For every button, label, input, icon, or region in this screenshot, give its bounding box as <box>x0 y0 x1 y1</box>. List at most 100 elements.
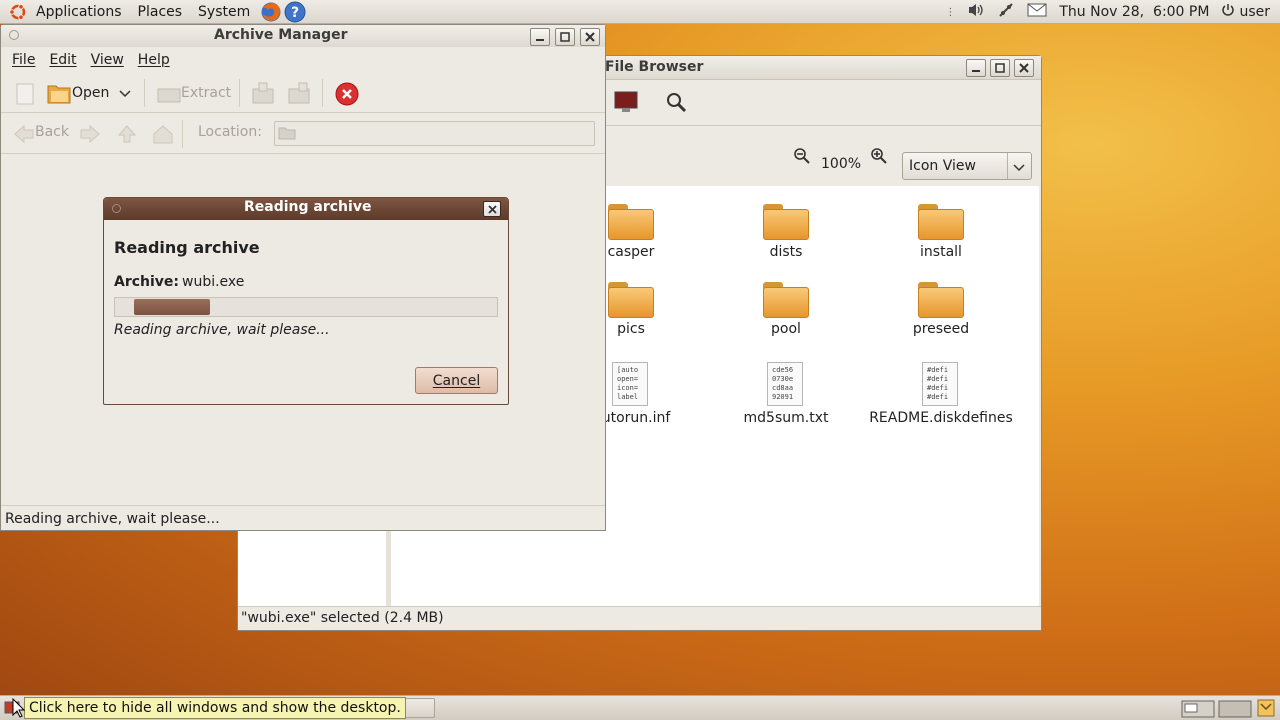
folder-icon <box>918 282 964 318</box>
item-label[interactable]: README.diskdefines <box>856 410 1026 426</box>
menu-system[interactable]: System <box>190 4 258 20</box>
zoom-in-icon[interactable] <box>870 147 888 169</box>
file-preview-line: 92091 <box>772 393 794 401</box>
toolbar-separator <box>144 79 145 107</box>
open-label: Open <box>72 85 110 101</box>
dialog-heading: Reading archive <box>114 238 260 257</box>
file-preview-line: cde56 <box>772 366 794 374</box>
menu-edit[interactable]: Edit <box>42 52 83 68</box>
up-arrow-icon[interactable] <box>117 124 137 148</box>
chevron-down-icon[interactable] <box>119 87 131 103</box>
folder-icon <box>278 126 296 144</box>
close-button[interactable] <box>1014 59 1034 77</box>
menu-applications[interactable]: Applications <box>28 4 130 20</box>
stop-icon[interactable] <box>335 82 359 110</box>
item-label[interactable]: dists <box>711 244 861 260</box>
archive-manager-locationbar: Back Location: <box>1 114 605 154</box>
window-title: Archive Manager <box>214 27 348 43</box>
item-label[interactable]: preseed <box>866 321 1016 337</box>
toolbar-separator <box>239 79 240 107</box>
file-preview-line: #defi <box>927 393 949 401</box>
volume-icon[interactable] <box>967 2 985 22</box>
toolbar-separator <box>182 120 183 148</box>
maximize-button[interactable] <box>555 28 575 46</box>
select-divider <box>1007 153 1008 179</box>
show-desktop-tooltip: Click here to hide all windows and show … <box>24 697 406 719</box>
add-folder-icon[interactable] <box>287 81 311 109</box>
maximize-button[interactable] <box>990 59 1010 77</box>
progress-text: Reading archive, wait please... <box>114 322 330 338</box>
window-menu-icon[interactable] <box>9 30 19 40</box>
location-field[interactable] <box>274 121 595 146</box>
file-preview-line: 0730e <box>772 375 794 383</box>
dialog-title: Reading archive <box>244 199 372 215</box>
workspace-switcher-2[interactable] <box>1218 700 1252 720</box>
clock[interactable]: Thu Nov 28, 6:00 PM <box>1059 4 1209 20</box>
archive-manager-titlebar[interactable]: Archive Manager <box>1 25 605 47</box>
extract-button[interactable]: Extract <box>157 79 233 107</box>
zoom-out-icon[interactable] <box>793 147 811 169</box>
forward-arrow-icon[interactable] <box>79 124 101 148</box>
open-button[interactable]: Open <box>47 79 135 107</box>
computer-icon[interactable] <box>614 91 638 117</box>
system-tray: ⋮ Thu Nov 28, 6:00 PM user <box>945 0 1280 24</box>
item-label[interactable]: install <box>866 244 1016 260</box>
minimize-button[interactable] <box>530 28 550 46</box>
close-button[interactable] <box>580 28 600 46</box>
extract-icon <box>157 83 181 107</box>
file-preview-line: icon= <box>617 384 639 392</box>
ubuntu-logo-icon[interactable] <box>8 2 28 22</box>
archive-manager-statusbar: Reading archive, wait please... <box>1 505 605 529</box>
menu-view[interactable]: View <box>84 52 131 68</box>
text-file-icon[interactable]: #defi #defi #defi #defi <box>922 362 958 406</box>
back-label[interactable]: Back <box>35 124 69 140</box>
back-arrow-icon[interactable] <box>13 124 35 148</box>
text-file-icon[interactable]: [auto open= icon= label <box>612 362 648 406</box>
cancel-label: Cancel <box>432 372 481 389</box>
trash-icon[interactable] <box>1256 698 1276 720</box>
file-preview-line: open= <box>617 375 639 383</box>
open-folder-icon <box>47 82 71 108</box>
top-panel: Applications Places System ? ⋮ Thu Nov 2… <box>0 0 1280 24</box>
progress-pulse <box>134 299 210 315</box>
file-preview-line: label <box>617 393 639 401</box>
view-mode-select[interactable]: Icon View <box>902 152 1032 180</box>
file-preview-line: #defi <box>927 384 949 392</box>
archive-name: wubi.exe <box>182 274 245 290</box>
network-icon[interactable] <box>997 2 1015 22</box>
zoom-level: 100% <box>821 156 862 172</box>
archive-manager-toolbar: Open Extract <box>1 73 605 113</box>
minimize-button[interactable] <box>966 59 986 77</box>
reading-archive-dialog: Reading archive Reading archive Archive:… <box>103 197 509 405</box>
add-files-icon[interactable] <box>251 81 275 109</box>
cancel-button[interactable]: Cancel <box>415 367 498 394</box>
file-preview-line: #defi <box>927 375 949 383</box>
menu-file[interactable]: File <box>5 52 42 68</box>
archive-label: Archive: <box>114 274 180 290</box>
firefox-icon[interactable] <box>260 1 282 23</box>
search-icon[interactable] <box>665 91 687 117</box>
dialog-titlebar[interactable]: Reading archive <box>104 198 508 220</box>
file-preview-line: cd8aa <box>772 384 794 392</box>
menu-help[interactable]: Help <box>131 52 177 68</box>
item-label[interactable]: pool <box>711 321 861 337</box>
chevron-down-icon <box>1013 161 1025 177</box>
tray-arrow-icon[interactable]: ⋮ <box>945 7 955 18</box>
help-icon[interactable]: ? <box>284 1 306 23</box>
folder-icon <box>763 204 809 240</box>
extract-label: Extract <box>181 85 232 101</box>
window-menu-icon[interactable] <box>112 204 121 213</box>
window-title: File Browser <box>605 59 704 75</box>
text-file-icon[interactable]: cde56 0730e cd8aa 92091 <box>767 362 803 406</box>
folder-icon <box>608 282 654 318</box>
item-label[interactable]: md5sum.txt <box>711 410 861 426</box>
workspace-switcher-1[interactable] <box>1181 700 1215 720</box>
menu-places[interactable]: Places <box>130 4 191 20</box>
new-archive-icon[interactable] <box>15 82 35 110</box>
progress-bar <box>114 297 498 317</box>
home-icon[interactable] <box>152 123 174 149</box>
mail-icon[interactable] <box>1027 3 1047 21</box>
power-icon[interactable] <box>1221 3 1235 21</box>
dialog-close-button[interactable] <box>483 201 501 217</box>
user-menu[interactable]: user <box>1239 4 1270 20</box>
